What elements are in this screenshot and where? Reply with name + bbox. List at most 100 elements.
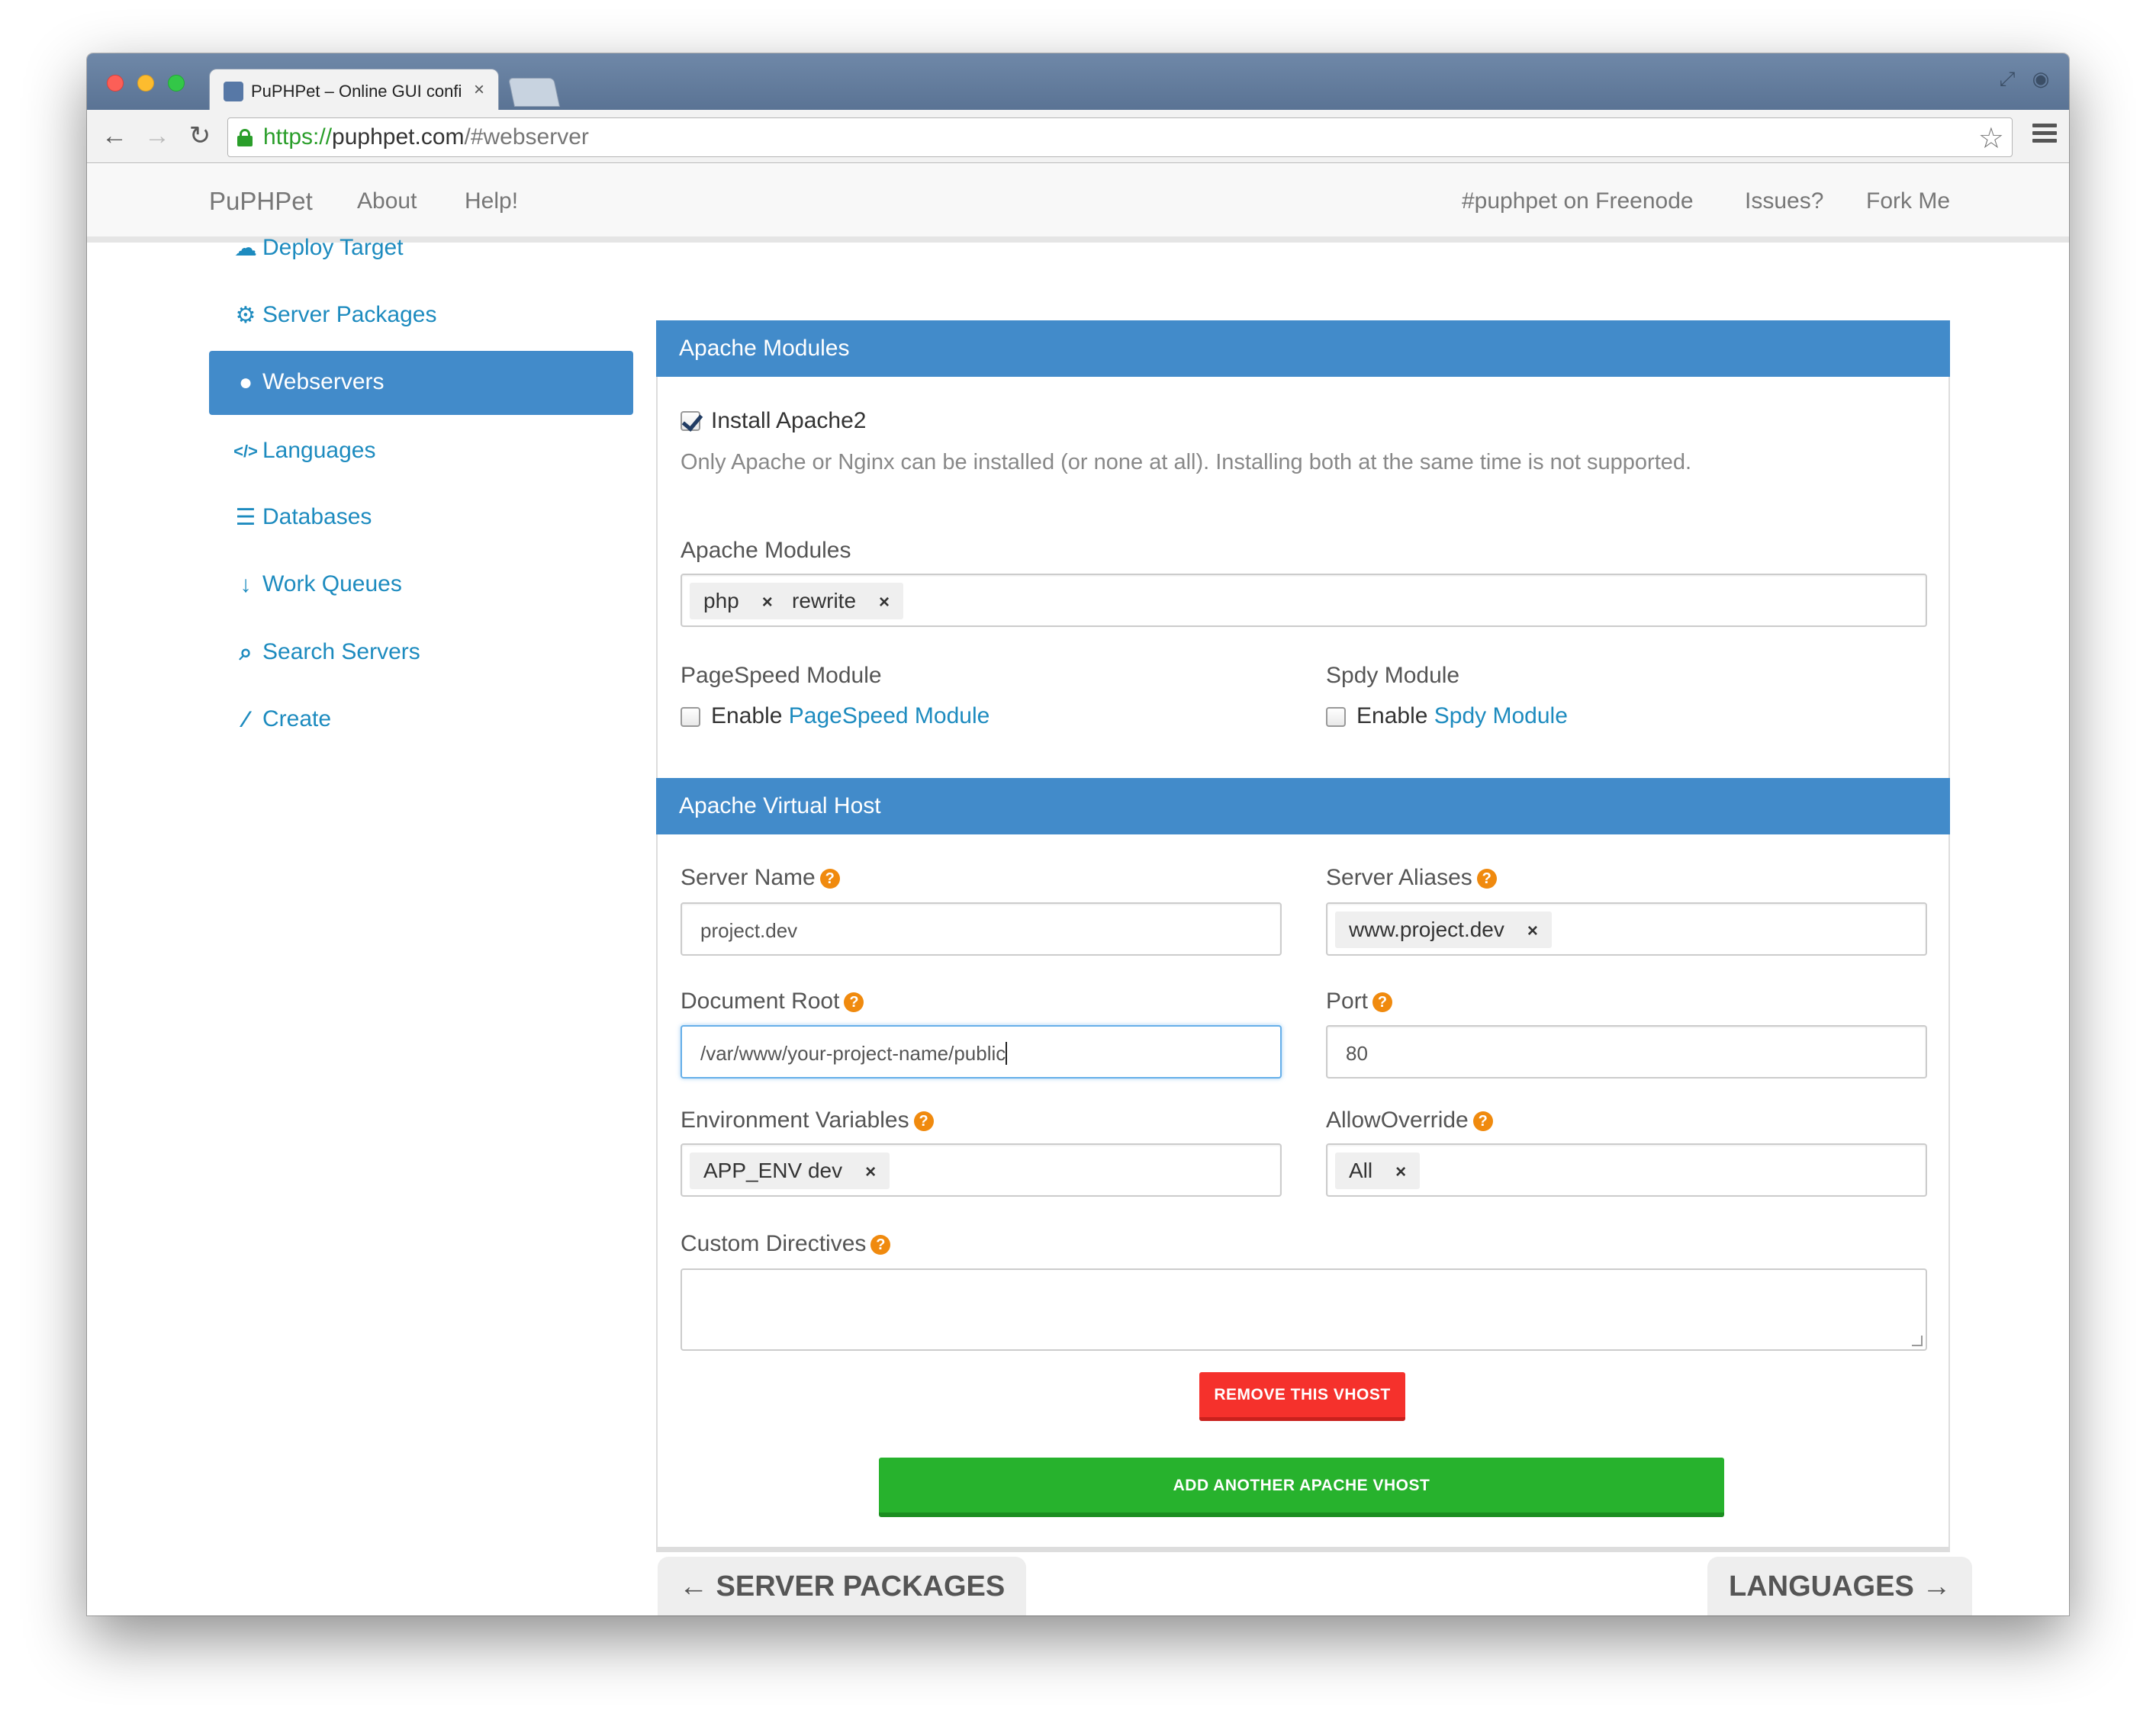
remove-token-icon[interactable]: × <box>865 1162 876 1182</box>
spdy-checkbox[interactable] <box>1326 707 1346 727</box>
custom-directives-textarea[interactable] <box>681 1268 1927 1351</box>
install-apache-label[interactable]: Install Apache2 <box>711 408 866 434</box>
gears-icon: ⚙ <box>235 303 256 328</box>
tab-title: PuPHPet – Online GUI confi <box>251 82 462 101</box>
remove-token-icon[interactable]: × <box>879 592 890 612</box>
reload-icon[interactable]: ↻ <box>185 121 215 151</box>
alias-token: www.project.dev × <box>1335 911 1552 948</box>
fullscreen-icon[interactable]: ⤢ <box>1990 67 2025 98</box>
vhost-heading: Apache Virtual Host <box>656 778 1950 834</box>
bookmark-star-icon[interactable]: ☆ <box>1978 121 2004 156</box>
sidebar-item-label: Search Servers <box>262 639 420 664</box>
nav-fork-me[interactable]: Fork Me <box>1866 188 1950 214</box>
sidebar-item-work-queues[interactable]: ↓ Work Queues <box>209 553 633 617</box>
sidebar-item-languages[interactable]: </> Languages <box>209 420 633 484</box>
apache-modules-heading: Apache Modules <box>656 320 1950 377</box>
sidebar-item-webservers[interactable]: ● Webservers <box>209 351 633 415</box>
help-icon[interactable]: ? <box>913 1111 934 1131</box>
pagespeed-label: PageSpeed Module <box>681 663 882 688</box>
spdy-link[interactable]: Spdy Module <box>1434 703 1568 728</box>
server-aliases-input[interactable]: www.project.dev × <box>1326 902 1927 956</box>
server-name-label: Server Name? <box>681 865 840 891</box>
install-hint: Only Apache or Nginx can be installed (o… <box>681 450 1692 474</box>
database-icon: ☰ <box>235 505 256 530</box>
spdy-enable-label[interactable]: Enable Spdy Module <box>1356 703 1568 729</box>
sidebar-item-server-packages[interactable]: ⚙ Server Packages <box>209 284 633 348</box>
back-arrow-icon[interactable]: ← <box>99 121 130 151</box>
incognito-icon: ◉ <box>2032 67 2050 90</box>
browser-tab[interactable]: PuPHPet – Online GUI confi × <box>209 69 499 111</box>
nav-freenode[interactable]: #puphpet on Freenode <box>1462 188 1694 214</box>
sidebar-item-create[interactable]: ⁄ Create <box>209 688 633 752</box>
browser-menu-icon[interactable] <box>2032 124 2057 146</box>
webserver-panel: Apache Modules Install Apache2 Only Apac… <box>656 320 1950 1552</box>
url-text: https://puphpet.com/#webserver <box>263 124 589 149</box>
help-icon[interactable]: ? <box>819 869 840 889</box>
pagespeed-enable-label[interactable]: Enable PageSpeed Module <box>711 703 990 729</box>
help-icon[interactable]: ? <box>1372 992 1393 1012</box>
remove-token-icon[interactable]: × <box>762 592 773 612</box>
module-token-php: php × <box>690 583 787 619</box>
remove-token-icon[interactable]: × <box>1395 1162 1406 1182</box>
pagespeed-link[interactable]: PageSpeed Module <box>789 703 990 728</box>
globe-icon: ● <box>238 370 253 395</box>
spdy-label: Spdy Module <box>1326 663 1460 688</box>
help-icon[interactable]: ? <box>844 992 864 1012</box>
close-window-button[interactable] <box>107 75 124 92</box>
document-root-input[interactable]: /var/www/your-project-name/public <box>681 1025 1282 1079</box>
sidebar-item-label: Deploy Target <box>262 235 404 260</box>
sidebar-item-deploy-target[interactable]: ☁ Deploy Target <box>209 217 633 281</box>
minimize-window-button[interactable] <box>137 75 154 92</box>
puphpet-favicon-icon <box>224 82 243 101</box>
sidebar-item-search-servers[interactable]: ⌕ Search Servers <box>209 621 633 685</box>
resize-grip-icon[interactable] <box>1912 1336 1923 1346</box>
allowoverride-label: AllowOverride? <box>1326 1108 1493 1133</box>
magic-wand-icon: ⁄ <box>243 707 248 732</box>
document-root-label: Document Root? <box>681 989 864 1014</box>
add-vhost-button[interactable]: ADD ANOTHER APACHE VHOST <box>879 1458 1724 1517</box>
page-content: PuPHPet About Help! #puphpet on Freenode… <box>87 164 2069 1615</box>
help-icon[interactable]: ? <box>870 1235 891 1255</box>
zoom-window-button[interactable] <box>168 75 185 92</box>
sort-numeric-icon: ↓ <box>240 572 252 597</box>
cloud-icon: ☁ <box>234 236 257 261</box>
browser-toolbar: ← → ↻ https://puphpet.com/#webserver ☆ <box>87 110 2069 163</box>
server-name-input[interactable]: project.dev <box>681 902 1282 956</box>
new-tab-button[interactable] <box>507 78 561 107</box>
apache-modules-label: Apache Modules <box>681 538 851 563</box>
pagespeed-checkbox[interactable] <box>681 707 700 727</box>
address-bar[interactable]: https://puphpet.com/#webserver ☆ <box>227 117 2013 157</box>
remove-token-icon[interactable]: × <box>1527 921 1538 941</box>
port-input[interactable]: 80 <box>1326 1025 1927 1079</box>
search-icon: ⌕ <box>239 640 253 665</box>
sidebar-item-label: Databases <box>262 504 372 529</box>
nav-about[interactable]: About <box>357 188 417 214</box>
browser-titlebar: PuPHPet – Online GUI confi × ⤢ ◉ <box>87 53 2069 111</box>
allowoverride-token: All × <box>1335 1153 1421 1189</box>
secure-lock-icon <box>237 129 253 146</box>
help-icon[interactable]: ? <box>1476 869 1497 889</box>
brand-link[interactable]: PuPHPet <box>209 187 313 216</box>
env-vars-label: Environment Variables? <box>681 1108 934 1133</box>
allowoverride-input[interactable]: All × <box>1326 1143 1927 1197</box>
forward-arrow-icon[interactable]: → <box>142 121 172 151</box>
sidebar-item-label: Webservers <box>262 369 385 394</box>
sidebar-item-label: Work Queues <box>262 571 402 596</box>
browser-window: PuPHPet – Online GUI confi × ⤢ ◉ ← → ↻ h… <box>87 53 2069 1615</box>
remove-vhost-button[interactable]: REMOVE THIS VHOST <box>1199 1372 1405 1421</box>
code-icon: </> <box>233 442 258 461</box>
sidebar-item-databases[interactable]: ☰ Databases <box>209 486 633 550</box>
prev-page-button[interactable]: ← SERVER PACKAGES <box>658 1557 1027 1615</box>
help-icon[interactable]: ? <box>1472 1111 1493 1131</box>
sidebar-item-label: Create <box>262 706 332 731</box>
next-page-button[interactable]: LANGUAGES → <box>1707 1557 1973 1615</box>
nav-issues[interactable]: Issues? <box>1745 188 1823 214</box>
module-token-rewrite: rewrite × <box>778 583 904 619</box>
custom-directives-label: Custom Directives? <box>681 1231 891 1257</box>
nav-help[interactable]: Help! <box>465 188 518 214</box>
install-apache-checkbox[interactable] <box>681 411 700 431</box>
tab-close-icon[interactable]: × <box>474 79 484 101</box>
env-token: APP_ENV dev × <box>690 1153 890 1189</box>
env-vars-input[interactable]: APP_ENV dev × <box>681 1143 1282 1197</box>
apache-modules-input[interactable]: php × rewrite × <box>681 574 1927 627</box>
